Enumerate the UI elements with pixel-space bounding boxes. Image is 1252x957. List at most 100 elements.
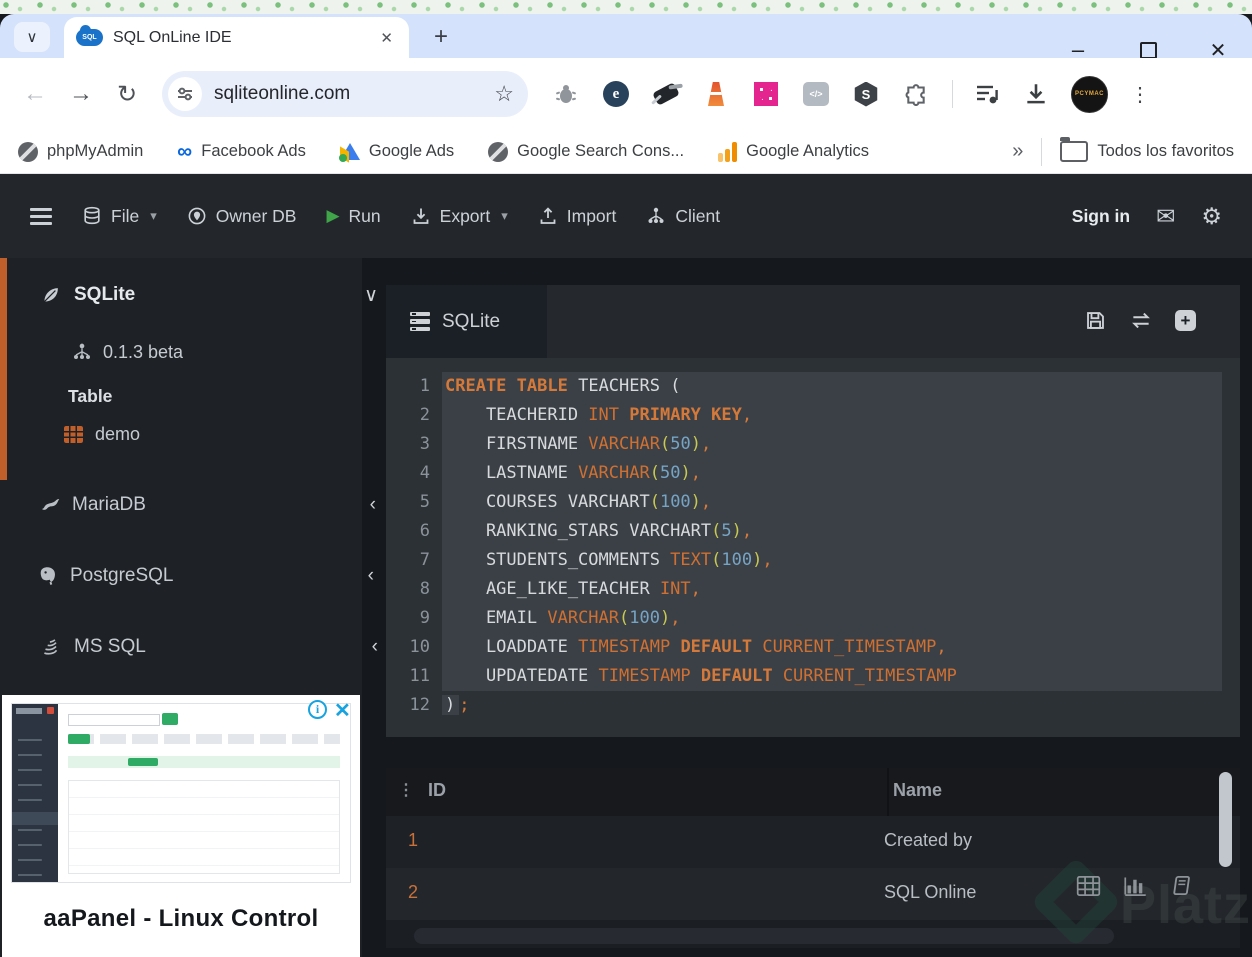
bookmark-phpmyadmin[interactable]: phpMyAdmin (18, 141, 143, 162)
reload-button[interactable]: ↻ (104, 80, 150, 109)
column-header-name[interactable]: Name (893, 780, 942, 801)
code-line[interactable]: 3 FIRSTNAME VARCHAR(50), (386, 430, 1240, 459)
browser-menu-icon[interactable]: ⋮ (1130, 82, 1150, 107)
toolbar-separator (952, 80, 953, 108)
sidebar-item-version[interactable]: 0.1.3 beta (0, 334, 434, 370)
ad-close-icon[interactable]: ✕ (334, 698, 351, 723)
import-button[interactable]: Import (538, 206, 616, 227)
new-tab-button[interactable]: + (426, 22, 456, 52)
sidebar-item-mssql[interactable]: MS SQL ‹ (0, 628, 402, 666)
lighthouse-extension-icon[interactable] (702, 80, 730, 108)
edge-devtools-extension-icon[interactable]: e (602, 80, 630, 108)
downloads-icon[interactable] (1023, 81, 1049, 107)
code-tag-extension-icon[interactable]: </> (802, 80, 830, 108)
grid-view-icon[interactable] (1076, 875, 1101, 897)
line-number: 8 (419, 579, 430, 599)
extensions-puzzle-icon[interactable] (902, 80, 930, 108)
bug-extension-icon[interactable] (552, 80, 580, 108)
bookmark-google-ads[interactable]: Google Ads (338, 142, 454, 162)
horizontal-scrollbar[interactable] (414, 928, 1114, 944)
favorites-folder[interactable]: Todos los favoritos (1060, 137, 1234, 162)
code-text: COURSES VARCHART(100), (442, 488, 1222, 517)
forward-button[interactable]: → (58, 80, 104, 108)
bookmarks-overflow-chevron[interactable]: » (1012, 140, 1023, 163)
bookmark-star-icon[interactable]: ☆ (494, 81, 514, 107)
code-line[interactable]: 7 STUDENTS_COMMENTS TEXT(100), (386, 546, 1240, 575)
code-line[interactable]: 12); (386, 691, 1240, 720)
code-line[interactable]: 5 COURSES VARCHART(100), (386, 488, 1240, 517)
server-list-icon (410, 311, 430, 332)
browser-tab[interactable]: SQL SQL OnLine IDE ✕ (64, 17, 409, 58)
code-line[interactable]: 2 TEACHERID INT PRIMARY KEY, (386, 401, 1240, 430)
log-book-view-icon[interactable] (1170, 874, 1193, 897)
owner-db-button[interactable]: Owner DB (187, 206, 296, 227)
code-line[interactable]: 10 LOADDATE TIMESTAMP DEFAULT CURRENT_TI… (386, 633, 1240, 662)
run-button[interactable]: ▶ Run (326, 206, 380, 227)
refresh-swap-icon[interactable] (1129, 309, 1153, 332)
back-button[interactable]: ← (12, 80, 58, 108)
ad-info-icon[interactable]: i (308, 700, 327, 719)
pink-grid-extension-icon[interactable] (752, 80, 780, 108)
ad-screenshot-sidebar (12, 704, 58, 882)
code-line[interactable]: 6 RANKING_STARS VARCHART(5), (386, 517, 1240, 546)
desktop-background (0, 0, 1252, 14)
menu-hamburger-button[interactable] (30, 207, 52, 225)
sidebar-item-mariadb[interactable]: MariaDB ‹ (0, 486, 400, 524)
tab-close-icon[interactable]: ✕ (376, 27, 397, 49)
chevron-left-icon[interactable]: ‹ (368, 565, 374, 587)
client-button[interactable]: Client (646, 206, 720, 227)
file-menu[interactable]: File ▾ (82, 206, 157, 227)
bookmark-google-search-console[interactable]: Google Search Cons... (488, 141, 684, 162)
export-menu[interactable]: Export ▾ (411, 206, 508, 227)
code-lines: 1 CREATE TABLE TEACHERS (2 TEACHERID INT … (386, 372, 1240, 720)
google-ads-icon (338, 143, 360, 162)
sidebar-item-demo-table[interactable]: demo ‹ (0, 416, 426, 452)
code-line[interactable]: 1 CREATE TABLE TEACHERS ( (386, 372, 1240, 401)
line-number: 1 (419, 376, 430, 396)
envelope-icon[interactable]: ✉ (1156, 203, 1175, 230)
bar-chart-view-icon[interactable] (1123, 875, 1148, 897)
url-text[interactable]: sqliteonline.com (214, 83, 494, 105)
tab-search-button[interactable]: ∨ (14, 22, 50, 52)
site-settings-icon[interactable] (168, 77, 202, 111)
code-line[interactable]: 11 UPDATEDATE TIMESTAMP DEFAULT CURRENT_… (386, 662, 1240, 691)
save-icon[interactable] (1084, 309, 1107, 332)
column-divider[interactable] (887, 768, 889, 816)
code-line[interactable]: 9 EMAIL VARCHAR(100), (386, 604, 1240, 633)
sign-in-button[interactable]: Sign in (1072, 206, 1130, 227)
chevron-down-icon[interactable]: ∨ (364, 284, 378, 307)
browser-tab-bar: ∨ SQL SQL OnLine IDE ✕ + – ✕ (0, 14, 1252, 62)
sidebar-item-postgresql[interactable]: PostgreSQL ‹ (0, 557, 398, 595)
code-text: LASTNAME VARCHAR(50), (442, 459, 1222, 488)
hierarchy-icon (74, 343, 90, 359)
add-tab-icon[interactable]: + (1175, 310, 1196, 331)
chevron-left-icon[interactable]: ‹ (372, 636, 378, 658)
mssql-icon (44, 639, 58, 655)
database-icon (84, 206, 100, 225)
code-line[interactable]: 8 AGE_LIKE_TEACHER INT, (386, 575, 1240, 604)
line-number: 3 (419, 434, 430, 454)
bookmark-facebook-ads[interactable]: ∞ Facebook Ads (177, 141, 306, 162)
ad-title[interactable]: aaPanel - Linux Control (2, 905, 360, 933)
swiss-knife-extension-icon[interactable] (652, 80, 680, 108)
bookmarks-right-cluster: » Todos los favoritos (1012, 137, 1234, 166)
gear-icon[interactable]: ⚙ (1201, 203, 1222, 230)
app-toolbar: File ▾ Owner DB ▶ Run Export ▾ Import Cl… (0, 174, 1252, 258)
platzi-watermark: Platzi (1022, 852, 1252, 957)
address-bar[interactable]: sqliteonline.com ☆ (162, 71, 528, 117)
s-hexagon-extension-icon[interactable]: S (852, 80, 880, 108)
code-editor[interactable]: 1 CREATE TABLE TEACHERS (2 TEACHERID INT … (386, 358, 1240, 737)
sidebar-item-sqlite[interactable]: SQLite ∨ (0, 276, 402, 314)
globe-icon (18, 141, 38, 162)
bookmark-google-analytics[interactable]: Google Analytics (718, 141, 869, 162)
code-line[interactable]: 4 LASTNAME VARCHAR(50), (386, 459, 1240, 488)
column-header-id[interactable]: ID (428, 780, 446, 801)
drag-handle-icon[interactable]: ⋮ (398, 781, 414, 802)
profile-avatar[interactable]: PCYMAC (1071, 75, 1108, 113)
editor-tab-sqlite[interactable]: SQLite (386, 285, 547, 358)
chevron-left-icon[interactable]: ‹ (370, 494, 376, 516)
code-text: AGE_LIKE_TEACHER INT, (442, 575, 1222, 604)
import-upload-icon (540, 207, 556, 224)
browser-toolbar: ← → ↻ sqliteonline.com ☆ e </> S PCYMAC … (0, 58, 1252, 130)
playlist-music-icon[interactable] (975, 82, 1001, 106)
